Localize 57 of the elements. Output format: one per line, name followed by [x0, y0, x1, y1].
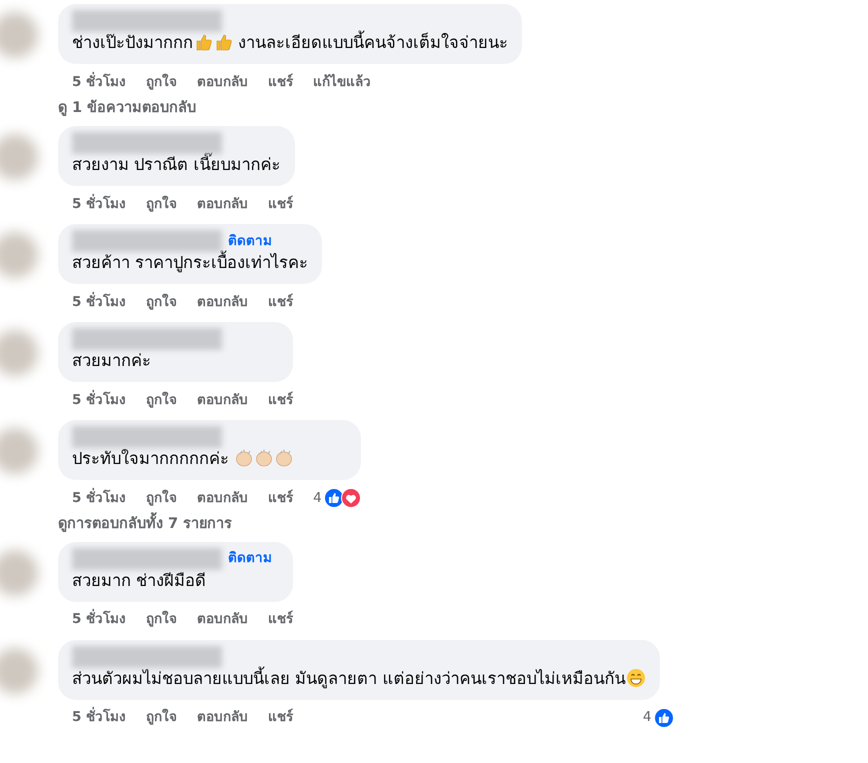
comment-text: งานละเอียดแบบนี้คนจ้างเต็มใจจ่ายนะ [233, 33, 508, 52]
reaction-count: 4 [642, 708, 652, 728]
timestamp: 5 ชั่วโมง [72, 72, 126, 92]
avatar[interactable] [0, 12, 38, 58]
clapping-hands-icon [234, 448, 254, 468]
action-link[interactable]: ถูกใจ [146, 72, 178, 92]
action-link[interactable]: ถูกใจ [146, 194, 178, 214]
action-link[interactable]: ตอบกลับ [197, 292, 248, 312]
follow-link[interactable]: ติดตาม [228, 548, 272, 569]
reaction-count: 4 [313, 488, 322, 508]
comment-text: ช่างเป๊ะปังมากกก [72, 33, 193, 52]
avatar[interactable] [0, 330, 38, 376]
action-link[interactable]: ตอบกลับ [197, 390, 248, 410]
avatar[interactable] [0, 232, 38, 278]
comment-text: สวยงาม ปราณีต เนี๊ยบมากค่ะ [72, 154, 280, 174]
avatar[interactable] [0, 428, 38, 474]
timestamp: 5 ชั่วโมง [72, 488, 126, 508]
follow-link[interactable]: ติดตาม [228, 230, 272, 251]
comment-text: ส่วนตัวผมไม่ชอบลายแบบนี้เลย มันดูลายตา แต่อย่างว่าคนเราชอบไม่เหมือนกัน [72, 668, 626, 688]
action-link[interactable]: แชร์ [268, 292, 294, 312]
action-link[interactable]: ถูกใจ [146, 292, 178, 312]
action-link[interactable]: ตอบกลับ [197, 72, 248, 92]
view-replies-link[interactable]: ดู 1 ข้อความตอบกลับ [58, 94, 196, 126]
action-link[interactable]: ตอบกลับ [197, 194, 248, 214]
timestamp: 5 ชั่วโมง [72, 707, 126, 728]
comment-text: สวยมาก ช่างฝีมือดี [72, 570, 206, 590]
heart-reaction-icon[interactable] [340, 488, 361, 508]
timestamp: 5 ชั่วโมง [72, 609, 126, 630]
action-link[interactable]: แชร์ [268, 194, 294, 214]
action-link[interactable]: แชร์ [268, 609, 294, 630]
action-link[interactable]: ถูกใจ [146, 390, 178, 410]
action-link[interactable]: ตอบกลับ [197, 707, 248, 728]
comment-text: สวยค้าา ราคาปูกระเบื้องเท่าไรคะ [72, 252, 308, 272]
like-reaction-icon[interactable] [324, 488, 344, 508]
action-link[interactable]: แชร์ [268, 707, 294, 728]
action-link[interactable]: ถูกใจ [146, 488, 178, 508]
action-link[interactable]: ถูกใจ [146, 609, 178, 630]
action-link[interactable]: แชร์ [268, 72, 294, 92]
action-link[interactable]: ตอบกลับ [197, 609, 248, 630]
view-replies-link[interactable]: ดูการตอบกลับทั้ง 7 รายการ [58, 510, 232, 542]
timestamp: 5 ชั่วโมง [72, 390, 126, 410]
grinning-face-icon [626, 668, 646, 688]
avatar[interactable] [0, 550, 38, 596]
edited-label[interactable]: แก้ไขแล้ว [313, 72, 372, 92]
avatar[interactable] [0, 134, 38, 180]
avatar[interactable] [0, 648, 38, 694]
action-link[interactable]: แชร์ [268, 390, 294, 410]
action-link[interactable]: ตอบกลับ [197, 488, 248, 508]
like-reaction-icon[interactable] [654, 708, 674, 728]
comment-text: ประทับใจมากกกกกค่ะ [72, 448, 230, 468]
action-link[interactable]: ถูกใจ [146, 707, 178, 728]
timestamp: 5 ชั่วโมง [72, 194, 126, 214]
action-link[interactable]: แชร์ [268, 488, 294, 508]
comment-text: สวยมากค่ะ [72, 350, 151, 370]
clapping-hands-icon [274, 448, 294, 468]
timestamp: 5 ชั่วโมง [72, 292, 126, 312]
clapping-hands-icon [254, 448, 274, 468]
